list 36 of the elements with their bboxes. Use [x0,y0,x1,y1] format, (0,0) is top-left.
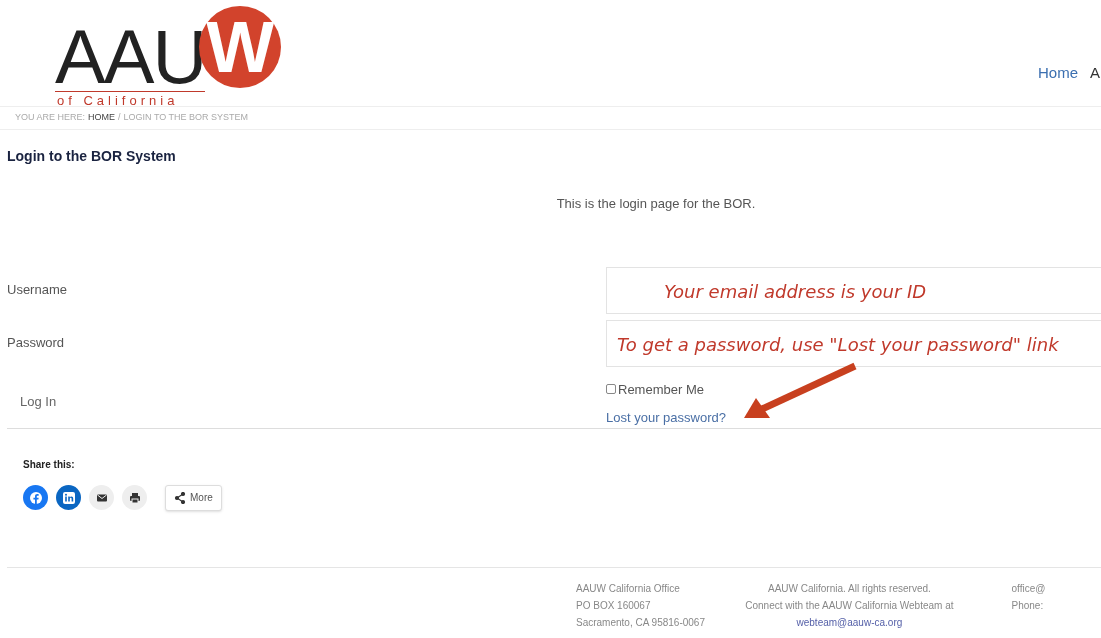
footer-text: PO BOX 160067 [576,598,651,613]
facebook-share-button[interactable] [23,485,48,510]
footer-text: Phone: [1011,598,1044,613]
facebook-icon [27,489,44,506]
more-button[interactable]: More [165,484,222,511]
footer-text: Connect with the AAUW California Webteam at [745,598,954,613]
footer-text: AAUW California. All rights reserved. [767,581,931,596]
footer-email-link[interactable]: webteam@aauw-ca.org [796,613,903,631]
intro-text: This is the login page for the BOR. [555,195,757,213]
footer-text: Sacramento, CA 95816-0067 [576,615,705,630]
breadcrumb-link[interactable]: HOME [88,111,116,125]
remember-checkbox[interactable] [606,384,616,395]
footer-text: AAUW California Office [576,581,680,596]
lost-password-link[interactable]: Lost your password? [606,408,726,428]
nav-link[interactable]: A [1090,62,1100,85]
share-icon [174,491,186,504]
linkedin-icon [60,489,77,506]
breadcrumb-label: YOU ARE HERE: [15,111,86,125]
username-field[interactable]: Your email address is your ID [606,266,1101,314]
email-share-button[interactable] [89,485,114,510]
password-field[interactable]: To get a password, use "Lost your password" link [606,319,1101,367]
annotation-text: Your email address is your ID [664,279,927,304]
nav-link[interactable]: Home [1037,62,1078,85]
print-share-button[interactable] [122,485,147,510]
breadcrumb-current: LOGIN TO THE BOR SYSTEM [123,111,249,125]
footer-text: office@ [1011,581,1046,596]
field-label: Username [7,281,68,300]
logo-tagline: of California [57,92,180,110]
login-button[interactable]: Log In [20,391,606,412]
checkbox-label: Remember Me [618,380,704,399]
field-label: Password [7,334,66,353]
share-heading: Share this: [23,457,76,472]
annotation-text: To get a password, use "Lost your password" link [617,332,1059,357]
breadcrumb-separator: / [118,111,121,125]
linkedin-share-button[interactable] [56,485,81,510]
page-title: Login to the BOR System [7,147,177,166]
